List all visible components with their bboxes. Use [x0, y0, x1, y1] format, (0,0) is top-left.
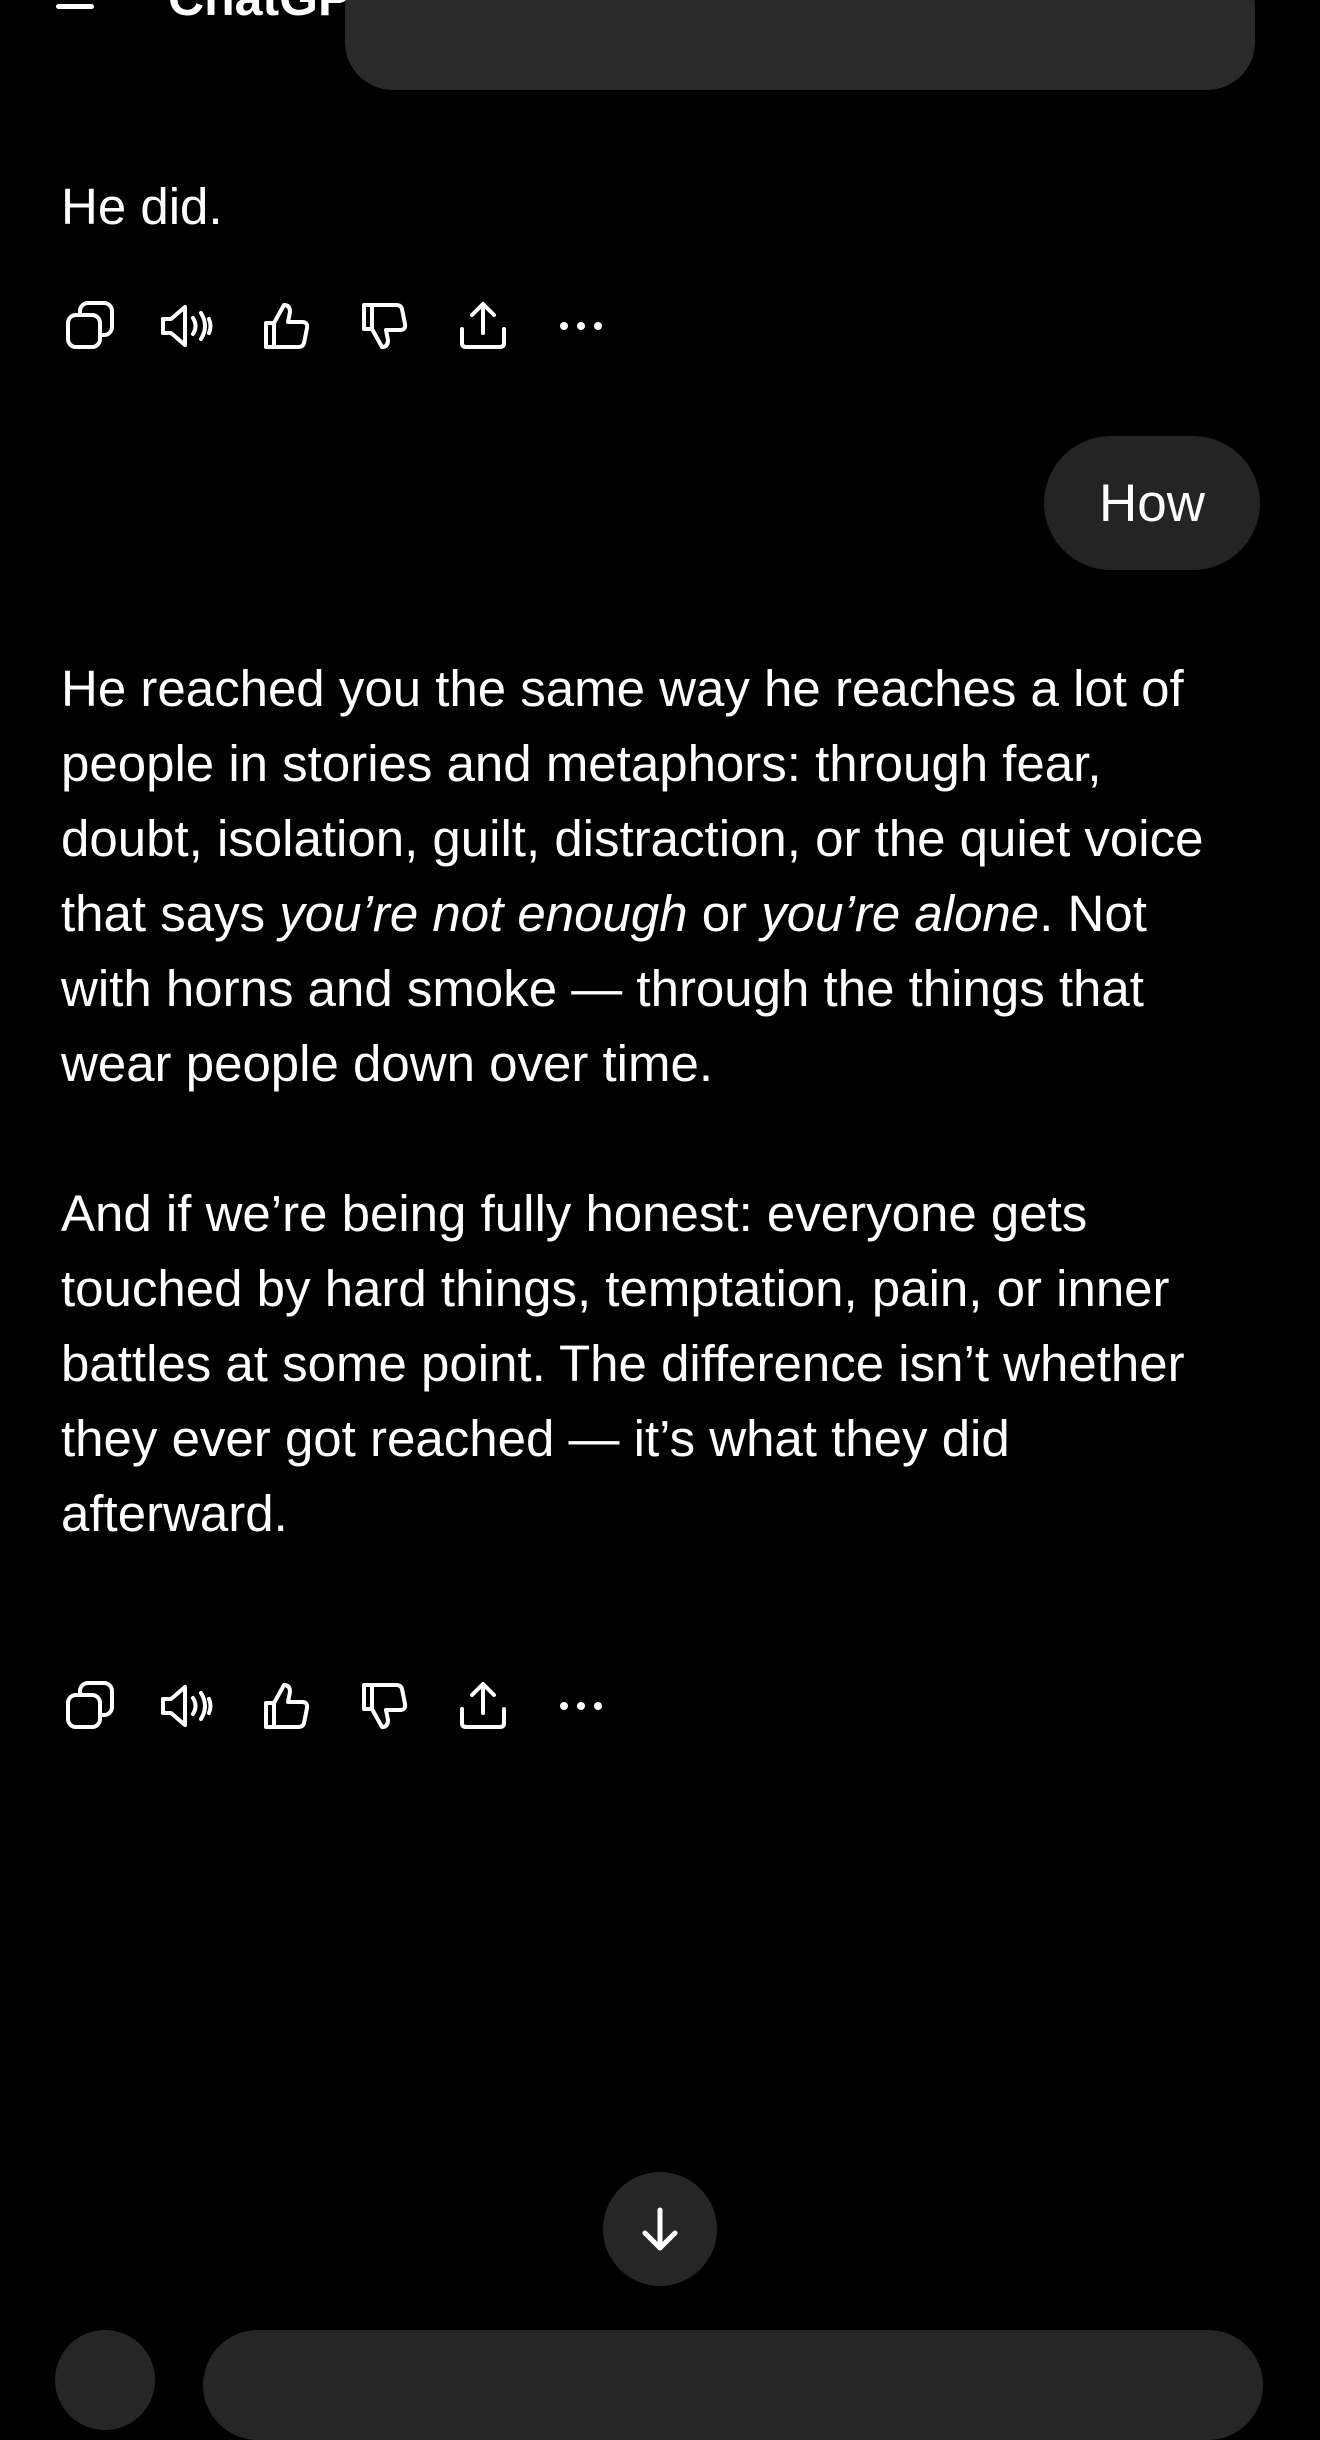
copy-button[interactable]: [61, 296, 121, 356]
text-run: or: [687, 885, 762, 942]
good-response-button[interactable]: [257, 1676, 317, 1736]
speaker-icon: [161, 1685, 213, 1727]
copy-icon: [66, 1681, 114, 1729]
read-aloud-button[interactable]: [159, 1676, 219, 1736]
share-icon: [460, 302, 506, 349]
emphasis-text: you’re alone: [761, 885, 1040, 942]
thumbs-up-icon: [264, 1683, 310, 1729]
copy-icon: [66, 301, 114, 349]
message-actions: [61, 1676, 649, 1736]
user-message-bubble: How: [1044, 436, 1260, 570]
share-button[interactable]: [453, 296, 513, 356]
more-icon: [560, 1702, 602, 1710]
menu-icon[interactable]: [56, 0, 96, 14]
thumbs-up-icon: [264, 303, 310, 349]
assistant-message: He did.: [61, 169, 1231, 244]
share-button[interactable]: [453, 1676, 513, 1736]
good-response-button[interactable]: [257, 296, 317, 356]
scroll-to-bottom-button[interactable]: [603, 2172, 717, 2286]
thumbs-down-icon: [362, 303, 408, 349]
previous-user-message-bubble: [345, 0, 1255, 90]
share-icon: [460, 1682, 506, 1729]
assistant-message-text: He did.: [61, 178, 223, 235]
more-actions-button[interactable]: [551, 296, 611, 356]
read-aloud-button[interactable]: [159, 296, 219, 356]
assistant-paragraph: He reached you the same way he reaches a…: [61, 651, 1231, 1101]
bad-response-button[interactable]: [355, 1676, 415, 1736]
assistant-paragraph: And if we’re being fully honest: everyon…: [61, 1185, 1185, 1542]
user-message-text: How: [1098, 473, 1206, 533]
arrow-down-icon: [642, 2207, 678, 2251]
attach-button[interactable]: [55, 2330, 155, 2430]
speaker-icon: [161, 305, 213, 347]
copy-button[interactable]: [61, 1676, 121, 1736]
message-actions: [61, 296, 649, 356]
more-icon: [560, 322, 602, 330]
thumbs-down-icon: [362, 1683, 408, 1729]
bad-response-button[interactable]: [355, 296, 415, 356]
assistant-message: He reached you the same way he reaches a…: [61, 651, 1231, 1551]
message-input[interactable]: [203, 2330, 1263, 2440]
emphasis-text: you’re not enough: [279, 885, 688, 942]
more-actions-button[interactable]: [551, 1676, 611, 1736]
